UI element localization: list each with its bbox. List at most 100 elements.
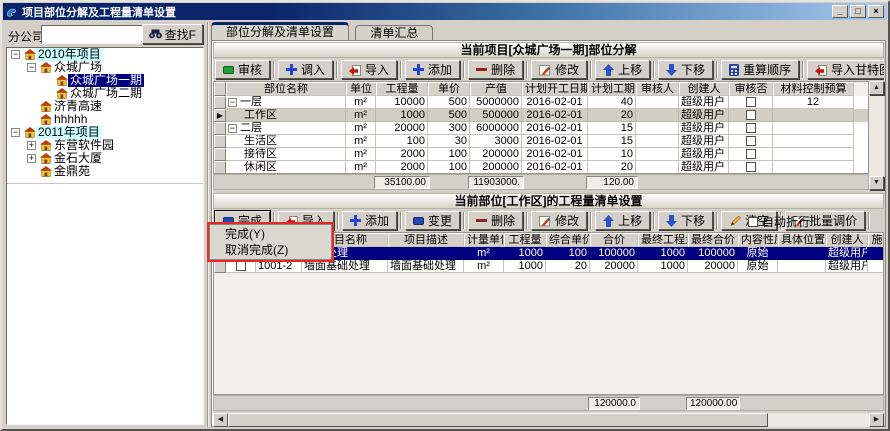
modify-item-button[interactable]: 修改 [531,211,587,230]
item-down-button[interactable]: 下移 [658,211,713,230]
checkbox[interactable] [746,123,756,133]
grid-row[interactable]: −二层m²2000030060000002016-02-0115超级用户 [214,122,868,135]
column-header[interactable]: 部位名称 [226,82,346,96]
checkbox[interactable] [236,261,246,271]
column-header[interactable]: 工程量 [376,82,428,96]
grid-row[interactable]: 生活区m²1003030002016-02-0115超级用户 [214,135,868,148]
house-icon [40,62,52,73]
expander-minus-icon[interactable]: − [11,128,20,137]
tree-item[interactable]: hhhhh [7,113,203,126]
window-title: 项目部位分解及工程量清单设置 [22,4,828,20]
tree-item[interactable]: −2010年项目 [7,48,203,61]
branch-combobox[interactable]: ▼ [41,25,158,44]
checkbox[interactable] [746,149,756,159]
expander-minus-icon[interactable]: − [228,98,237,107]
tree-item[interactable]: +东营软件园 [7,139,203,152]
column-header[interactable]: 计划工期 [588,82,636,96]
column-header[interactable]: 最终工程量 [638,233,688,247]
upper-grid[interactable]: 部位名称单位工程量单价产值计划开工日期计划工期审核人创建人审核否材料控制预算−一… [213,81,869,174]
column-header[interactable]: 审核人 [636,82,679,96]
autowrap-checkbox-field[interactable]: 自动折行 [748,213,810,230]
expander-minus-icon[interactable]: − [228,124,237,133]
grid-row[interactable]: ▶工作区m²10005005000002016-02-0120超级用户 [214,109,868,122]
grid-row[interactable]: −一层m²1000050050000002016-02-0140超级用户12 [214,96,868,109]
audit-button[interactable]: 审核 [215,60,270,79]
tab-part-breakdown[interactable]: 部位分解及清单设置 [211,22,349,40]
column-header[interactable]: 创建人 [679,82,729,96]
checkbox[interactable] [746,97,756,107]
tree-item[interactable]: 众城广场二期 [7,87,203,100]
menu-item-complete[interactable]: 完成(Y) [211,226,330,242]
title-bar[interactable]: 项目部位分解及工程量清单设置 _ □ × [3,3,887,20]
column-header[interactable]: 单价 [428,82,470,96]
column-header[interactable]: 综合单价 [546,233,590,247]
scrollbar-thumb[interactable] [228,413,768,427]
minus-red-icon [476,215,487,226]
grid-row[interactable]: 接待区m²20001002000002016-02-0110超级用户 [214,148,868,161]
minimize-button[interactable]: _ [832,5,848,18]
column-header[interactable]: 具体位置 [778,233,826,247]
expander-minus-icon[interactable]: − [27,63,36,72]
column-header[interactable]: 产值 [470,82,522,96]
add-item-button[interactable]: 添加 [342,211,397,230]
column-header[interactable]: 施工人 [868,233,884,247]
expander-plus-icon[interactable]: + [27,154,36,163]
column-header[interactable]: 工程量 [504,233,546,247]
tree-item[interactable]: 济青高速 [7,100,203,113]
add-button[interactable]: 添加 [405,60,460,79]
delete-button[interactable]: 删除 [468,60,523,79]
checkbox[interactable] [746,110,756,120]
cell: 原始 [738,247,778,260]
column-header[interactable]: 计划开工日期 [522,82,588,96]
scroll-right-icon[interactable]: ▶ [869,413,884,427]
cell-text: 接待区 [244,148,277,160]
cell: m² [346,96,376,109]
item-up-button[interactable]: 上移 [595,211,650,230]
import-gantt-excel-button[interactable]: 导入甘特图Excel [807,60,884,79]
scroll-up-icon[interactable]: ▲ [869,81,884,95]
lower-section-title: 当前部位[工作区]的工程量清单设置 [213,193,884,209]
modify-button[interactable]: 修改 [531,60,587,79]
house-icon [56,75,68,86]
checkbox[interactable] [746,162,756,172]
cell [868,260,884,273]
tree-item[interactable]: +金石大厦 [7,152,203,165]
move-up-button[interactable]: 上移 [595,60,650,79]
move-down-button[interactable]: 下移 [658,60,713,79]
column-header[interactable]: 材料控制预算 [773,82,854,96]
column-header[interactable]: 创建人 [826,233,868,247]
close-button[interactable]: × [868,5,884,18]
expander-minus-icon[interactable]: − [11,50,20,59]
edit-note-icon [539,64,551,76]
column-header[interactable]: 单位 [346,82,376,96]
cell: 200000 [470,161,522,174]
cell [636,161,679,174]
recalc-order-button[interactable]: 重算顺序 [721,60,799,79]
column-header[interactable]: 合价 [590,233,638,247]
cell: 2016-02-01 [522,148,588,161]
checkbox[interactable] [746,136,756,146]
scrollbar-track[interactable] [768,413,869,427]
grid-row[interactable]: 休闲区m²20001002000002016-02-0120超级用户 [214,161,868,174]
vertical-scrollbar[interactable]: ▲ ▼ [869,81,884,190]
cell: 超级用户 [679,109,729,122]
column-header[interactable]: 审核否 [729,82,773,96]
expander-plus-icon[interactable]: + [27,141,36,150]
delete-item-button[interactable]: 删除 [468,211,523,230]
load-in-button[interactable]: 调入 [278,60,333,79]
change-button[interactable]: 变更 [405,211,460,230]
import-button[interactable]: 导入 [341,60,397,79]
column-header[interactable]: 项目描述 [388,233,464,247]
horizontal-scrollbar[interactable]: ◀ ▶ [213,413,884,427]
restore-button[interactable]: □ [850,5,866,18]
column-header[interactable]: 内容性质 [738,233,778,247]
column-header[interactable]: 最终合价 [688,233,738,247]
find-button[interactable]: 查找F [142,24,203,44]
column-header[interactable]: 计量单位 [464,233,504,247]
scroll-left-icon[interactable]: ◀ [213,413,228,427]
autowrap-checkbox[interactable] [748,217,758,227]
arrow-down-icon [666,64,677,76]
scroll-down-icon[interactable]: ▼ [869,176,884,190]
menu-item-cancel-complete[interactable]: 取消完成(Z) [211,242,330,258]
tree-item[interactable]: 金鼎苑 [7,165,203,178]
